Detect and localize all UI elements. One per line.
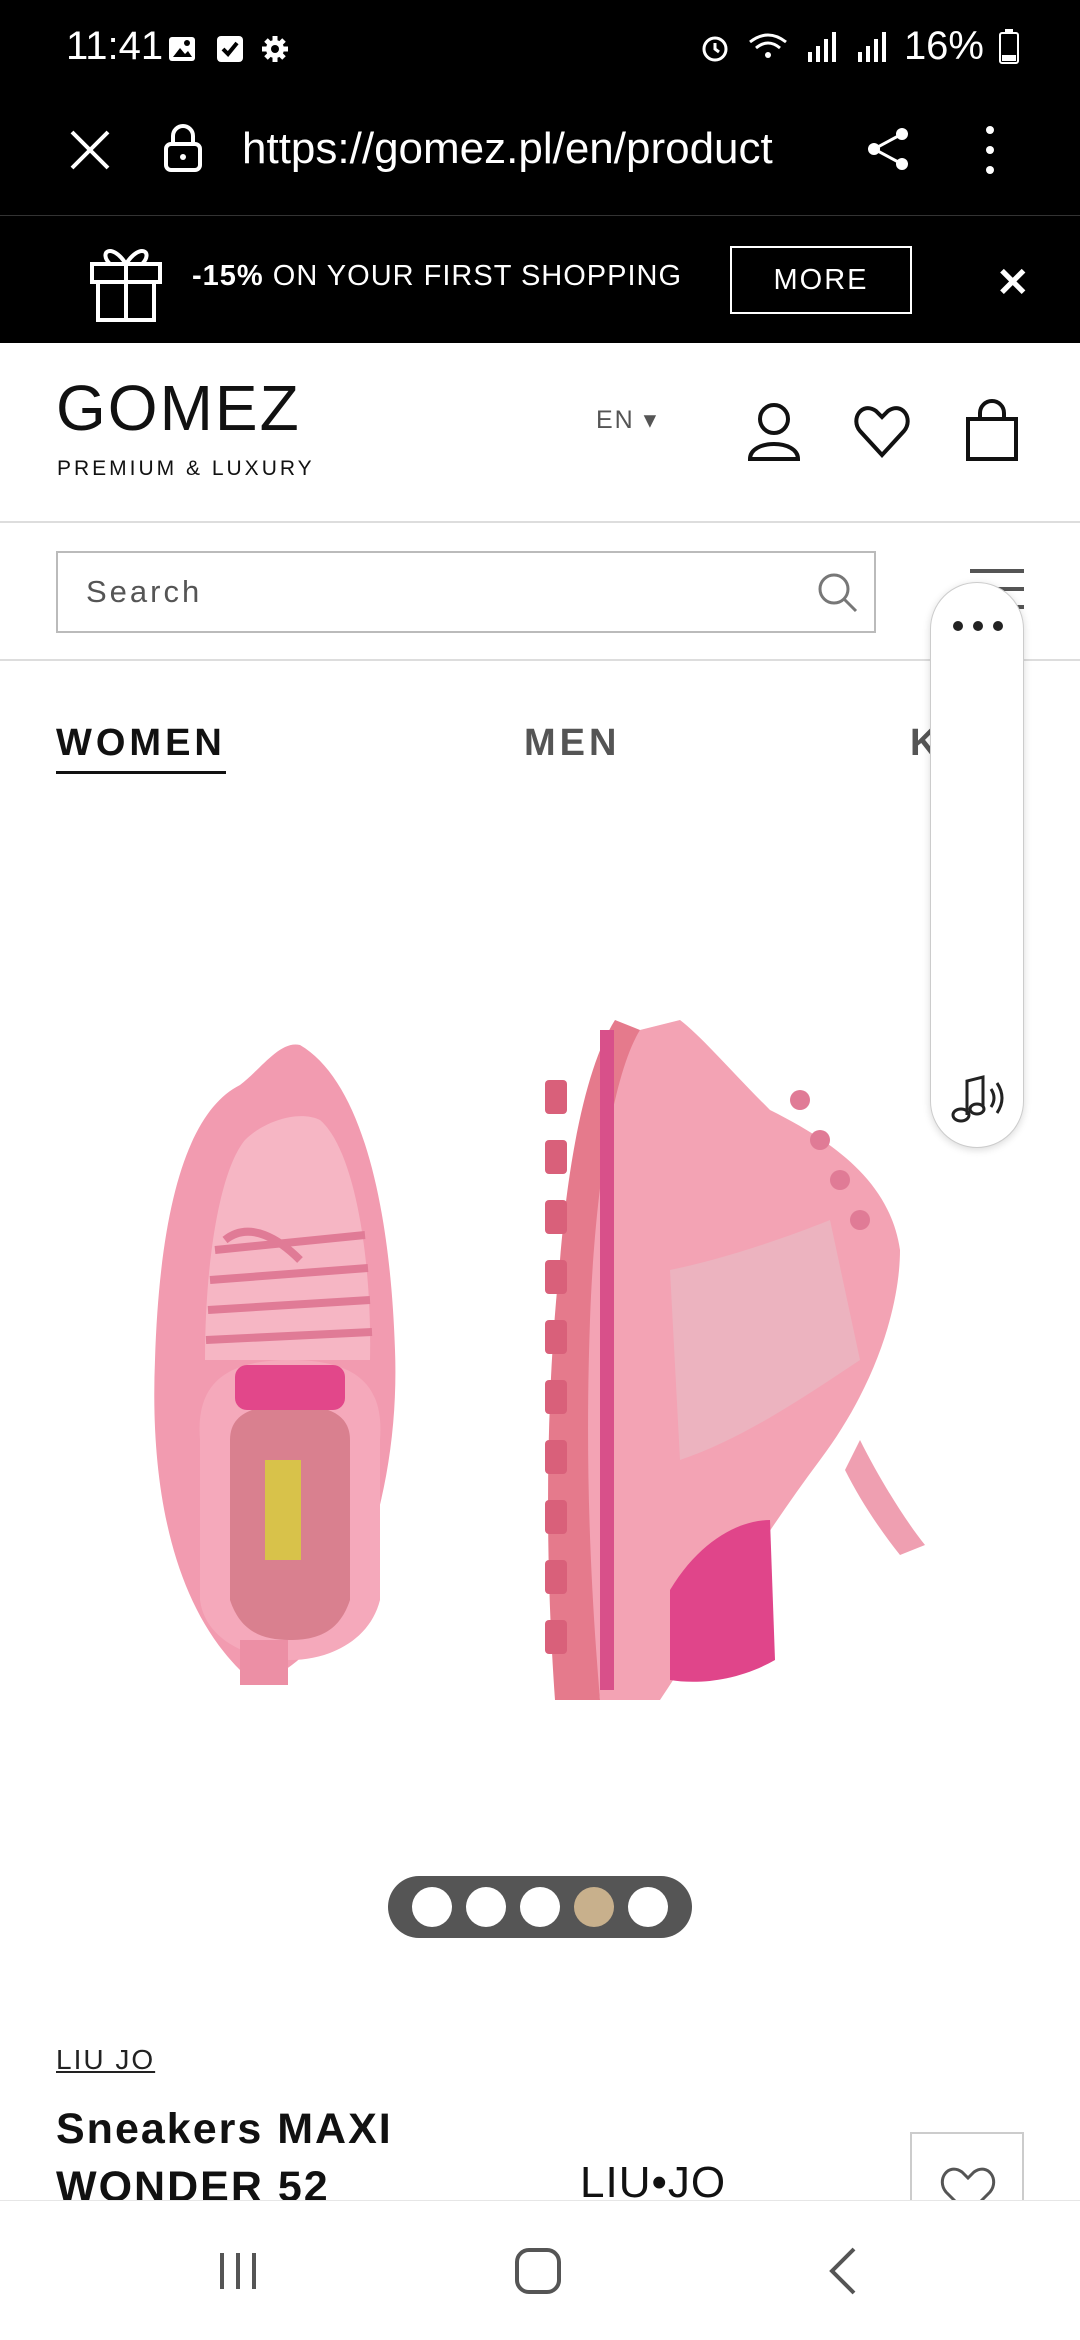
close-promo-button[interactable]: ✕ [996,260,1030,306]
more-horiz-icon[interactable] [951,619,1005,633]
product-title: Sneakers MAXI WONDER 52 [56,2105,393,2211]
tab-men[interactable]: MEN [524,722,620,765]
carousel-dot[interactable] [628,1887,668,1927]
image-carousel-indicator [388,1876,692,1938]
wishlist-icon[interactable] [852,399,912,463]
search-icon[interactable] [816,571,860,615]
tab-women[interactable]: WOMEN [56,722,226,774]
promo-discount: -15% [192,260,264,292]
promo-banner: -15% ON YOUR FIRST SHOPPING MORE ✕ [0,215,1080,343]
cart-icon[interactable] [962,399,1022,463]
carousel-dot[interactable] [520,1887,560,1927]
status-bar: 11:41 16% [0,0,1080,100]
back-icon[interactable] [826,2245,860,2297]
share-icon[interactable] [864,124,912,174]
search-bar [0,523,1080,661]
gallery-icon [169,37,195,61]
carousel-dot[interactable] [466,1887,506,1927]
sound-icon[interactable] [947,1071,1009,1125]
signal-icon-2 [857,31,886,62]
promo-text: -15% ON YOUR FIRST SHOPPING [192,260,682,293]
promo-message: ON YOUR FIRST SHOPPING [263,260,683,292]
settings-icon [262,36,288,62]
recent-apps-icon[interactable] [214,2249,262,2293]
browser-toolbar: https://gomez.pl/en/product [0,100,1080,215]
carousel-dot[interactable] [412,1887,452,1927]
product-image[interactable] [0,840,1080,1840]
carousel-dot[interactable] [574,1887,614,1927]
clock: 11:41 [66,24,164,68]
checkbox-icon [217,36,243,62]
product-brand-link[interactable]: LIU JO [56,2044,155,2076]
more-button[interactable]: MORE [730,246,912,314]
search-box [56,551,876,633]
left-shoe [154,1044,396,1685]
floating-side-panel[interactable] [930,582,1024,1148]
right-shoe [545,1020,925,1700]
close-tab-icon[interactable] [66,126,114,174]
address-bar[interactable]: https://gomez.pl/en/product [242,124,822,174]
search-input[interactable] [58,553,874,631]
wifi-icon [749,33,787,58]
logo[interactable]: GOMEZ [56,371,301,445]
status-right: 16% [698,24,1020,69]
logo-subtitle: PREMIUM & LUXURY [57,457,315,480]
battery-icon [999,28,1019,64]
language-selector[interactable]: EN ▾ [596,405,658,435]
account-icon[interactable] [744,399,804,463]
alarm-icon [702,36,728,61]
lock-icon[interactable] [162,122,204,174]
site-header: GOMEZ PREMIUM & LUXURY EN ▾ [0,343,1080,523]
more-vert-icon[interactable] [980,124,1000,176]
battery-level: 16% [903,24,984,68]
gift-icon [90,249,162,322]
system-navigation-bar [0,2200,1080,2340]
home-icon[interactable] [512,2245,564,2297]
signal-icon [807,31,836,62]
